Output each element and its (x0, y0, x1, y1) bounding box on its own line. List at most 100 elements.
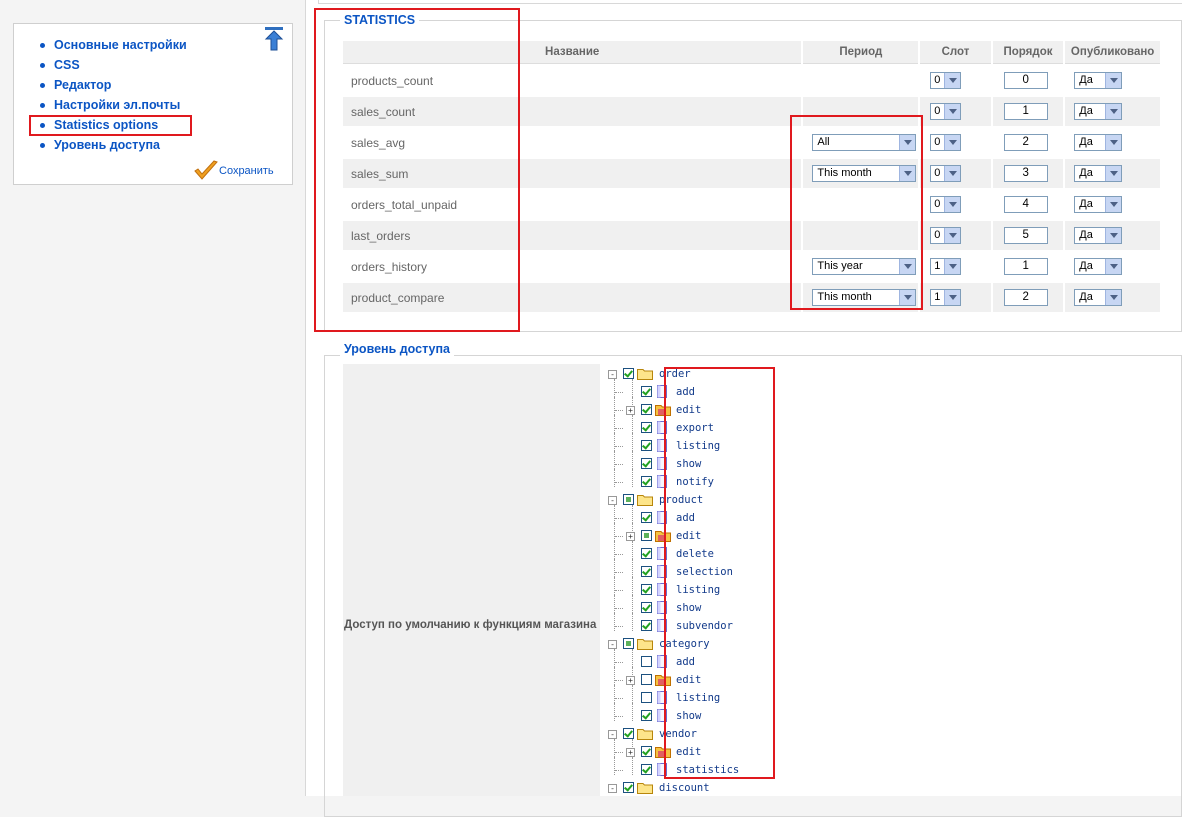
tree-connector (614, 397, 615, 415)
published-value: Да (1079, 198, 1093, 210)
permission-checkbox[interactable] (641, 602, 652, 613)
expand-icon[interactable]: + (626, 406, 635, 415)
permission-checkbox[interactable] (641, 404, 652, 415)
permission-checkbox[interactable] (623, 728, 634, 739)
tree-connector (614, 685, 615, 703)
permission-checkbox[interactable] (641, 746, 652, 757)
published-cell: Да (1065, 190, 1160, 219)
published-value: Да (1079, 167, 1093, 179)
published-select[interactable]: Да (1074, 72, 1123, 89)
order-cell: 1 (992, 97, 1064, 126)
permission-checkbox[interactable] (623, 638, 634, 649)
highlight-box-sidebar (29, 115, 192, 136)
permission-checkbox[interactable] (641, 386, 652, 397)
slot-select[interactable]: 0 (930, 227, 962, 244)
tree-connector (614, 469, 615, 487)
expand-icon[interactable]: + (626, 676, 635, 685)
permission-checkbox[interactable] (641, 566, 652, 577)
permission-checkbox[interactable] (641, 656, 652, 667)
tree-connector (614, 613, 615, 631)
highlight-box-names (314, 8, 520, 332)
tree-connector (632, 451, 633, 469)
published-select[interactable]: Да (1074, 227, 1123, 244)
published-select[interactable]: Да (1074, 258, 1123, 275)
published-select[interactable]: Да (1074, 134, 1123, 151)
order-input[interactable]: 5 (1003, 227, 1048, 244)
tree-label[interactable]: discount (659, 779, 710, 797)
permission-checkbox[interactable] (641, 440, 652, 451)
collapse-icon[interactable]: - (608, 730, 617, 739)
slot-select[interactable]: 0 (930, 103, 962, 120)
tree-connector (614, 379, 615, 397)
order-cell: 2 (992, 283, 1064, 312)
order-input[interactable]: 0 (1003, 72, 1048, 89)
tree-connector (632, 415, 633, 433)
slot-select[interactable]: 0 (930, 196, 962, 213)
slot-value: 1 (934, 291, 941, 303)
order-input[interactable]: 2 (1003, 289, 1048, 306)
published-select[interactable]: Да (1074, 289, 1123, 306)
tree-connector (632, 469, 633, 487)
slot-select[interactable]: 1 (930, 258, 962, 275)
permission-checkbox[interactable] (641, 674, 652, 685)
permission-checkbox[interactable] (623, 494, 634, 505)
permission-checkbox[interactable] (623, 782, 634, 793)
order-input[interactable]: 2 (1003, 134, 1048, 151)
published-cell: Да (1065, 252, 1160, 281)
tree-connector (615, 698, 623, 699)
sidebar-item-editor[interactable]: Редактор (40, 76, 187, 96)
chevron-down-icon (1105, 73, 1122, 88)
order-input[interactable]: 4 (1003, 196, 1048, 213)
permission-checkbox[interactable] (641, 692, 652, 703)
sidebar-item-css[interactable]: CSS (40, 56, 187, 76)
tree-connector (614, 415, 615, 433)
tree-connector (632, 685, 633, 703)
sidebar-item-email[interactable]: Настройки эл.почты (40, 96, 187, 116)
collapse-icon[interactable]: - (608, 784, 617, 793)
permission-checkbox[interactable] (641, 584, 652, 595)
permission-checkbox[interactable] (641, 512, 652, 523)
chevron-down-icon (944, 290, 961, 305)
slot-select[interactable]: 0 (930, 72, 962, 89)
permission-checkbox[interactable] (641, 422, 652, 433)
published-select[interactable]: Да (1074, 165, 1123, 182)
collapse-icon[interactable]: - (608, 370, 617, 379)
tree-connector (615, 680, 623, 681)
slot-cell: 0 (920, 97, 991, 126)
expand-icon[interactable]: + (626, 748, 635, 757)
slot-value: 0 (934, 198, 941, 210)
permission-checkbox[interactable] (641, 548, 652, 559)
chevron-down-icon (1105, 166, 1122, 181)
permission-checkbox[interactable] (623, 368, 634, 379)
arrow-up-icon[interactable] (263, 26, 285, 52)
slot-select[interactable]: 0 (930, 165, 962, 182)
sidebar-item-general[interactable]: Основные настройки (40, 36, 187, 56)
chevron-down-icon (944, 166, 961, 181)
permission-checkbox[interactable] (641, 710, 652, 721)
order-input[interactable]: 1 (1003, 103, 1048, 120)
permission-checkbox[interactable] (641, 530, 652, 541)
order-input[interactable]: 3 (1003, 165, 1048, 182)
sidebar-item-access[interactable]: Уровень доступа (40, 136, 187, 156)
save-button[interactable]: Сохранить (193, 160, 274, 184)
slot-select[interactable]: 0 (930, 134, 962, 151)
collapse-icon[interactable]: - (608, 640, 617, 649)
published-value: Да (1079, 136, 1093, 148)
order-input[interactable]: 1 (1003, 258, 1048, 275)
slot-value: 0 (934, 74, 941, 86)
slot-select[interactable]: 1 (930, 289, 962, 306)
published-select[interactable]: Да (1074, 196, 1123, 213)
slot-value: 0 (934, 229, 941, 241)
permission-checkbox[interactable] (641, 458, 652, 469)
tree-connector (632, 559, 633, 577)
collapse-icon[interactable]: - (608, 496, 617, 505)
permission-checkbox[interactable] (641, 476, 652, 487)
expand-icon[interactable]: + (626, 532, 635, 541)
permission-checkbox[interactable] (641, 764, 652, 775)
sidebar-menu: Основные настройки CSS Редактор Настройк… (40, 36, 187, 156)
access-label-cell: Доступ по умолчанию к функциям магазина (343, 364, 600, 796)
permission-checkbox[interactable] (641, 620, 652, 631)
tree-connector (615, 410, 623, 411)
tree-connector (614, 577, 615, 595)
published-select[interactable]: Да (1074, 103, 1123, 120)
